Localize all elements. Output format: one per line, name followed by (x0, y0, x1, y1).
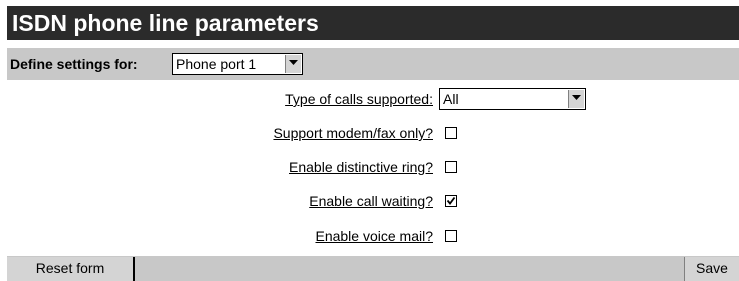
phone-port-select[interactable]: Phone port 1 (172, 53, 303, 75)
call-types-select-value: All (443, 91, 459, 107)
call-types-select[interactable]: All (439, 88, 586, 110)
call-waiting-checkbox[interactable] (445, 195, 457, 207)
call-types-label: Type of calls supported: (285, 91, 433, 107)
page-title: ISDN phone line parameters (7, 6, 739, 40)
call-waiting-label: Enable call waiting? (309, 193, 433, 209)
distinctive-ring-label: Enable distinctive ring? (289, 159, 433, 175)
chevron-down-icon[interactable] (568, 90, 584, 108)
modem-fax-label: Support modem/fax only? (273, 125, 433, 141)
define-settings-bar: Define settings for: Phone port 1 (7, 48, 739, 80)
button-bar: Reset form Save (7, 256, 739, 281)
distinctive-ring-checkbox[interactable] (445, 161, 457, 173)
phone-port-select-value: Phone port 1 (176, 56, 257, 72)
chevron-down-icon[interactable] (285, 55, 301, 73)
define-settings-label: Define settings for: (10, 56, 138, 72)
reset-form-button[interactable]: Reset form (7, 257, 135, 281)
voice-mail-label: Enable voice mail? (315, 228, 433, 244)
checkmark-icon (446, 196, 456, 205)
save-button[interactable]: Save (684, 257, 739, 281)
modem-fax-checkbox[interactable] (445, 127, 457, 139)
isdn-settings-page: ISDN phone line parameters Define settin… (0, 0, 739, 281)
voice-mail-checkbox[interactable] (445, 230, 457, 242)
